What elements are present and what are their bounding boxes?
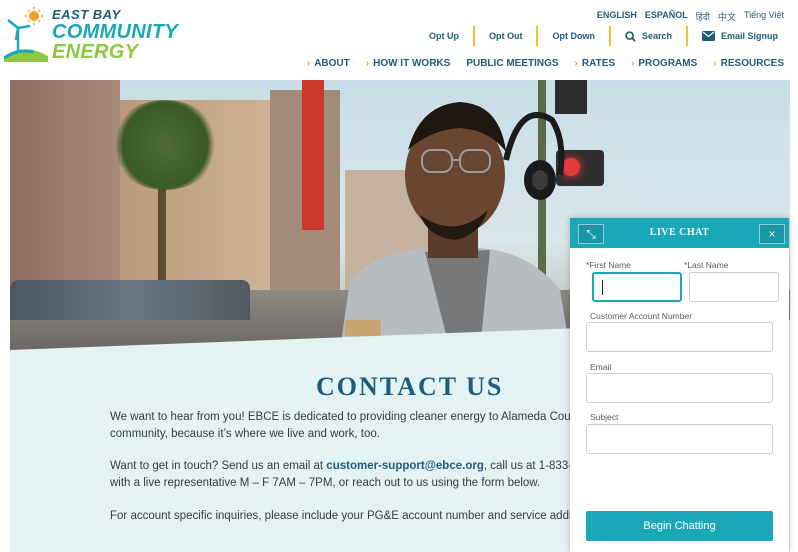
opt-down-label: Opt Down — [552, 31, 595, 41]
live-chat-panel: ⤡ LIVE CHAT × *First Name *Last Name Cus… — [570, 218, 789, 552]
nav-public-meetings-label: PUBLIC MEETINGS — [466, 58, 559, 69]
hero-person-with-headphones — [340, 102, 570, 350]
site-header: EAST BAY COMMUNITY ENERGY ENGLISH ESPAÑO… — [0, 0, 798, 80]
lang-vietnamese[interactable]: Tiếng Việt — [744, 10, 784, 23]
main-nav: › ABOUT › HOW IT WORKS PUBLIC MEETINGS › RA… — [299, 58, 792, 69]
contact-reach-text-a: Want to get in touch? Send us an email a… — [110, 460, 327, 472]
email-signup-link[interactable]: Email Signup — [685, 26, 792, 46]
last-name-label-text: Last Name — [687, 260, 729, 270]
first-name-label: *First Name — [586, 260, 631, 270]
nav-rates-label: RATES — [581, 58, 616, 69]
language-selector: ENGLISH ESPAÑOL हिंदी 中文 Tiếng Việt — [597, 10, 784, 23]
last-name-input[interactable] — [689, 272, 779, 302]
logo-wordmark: EAST BAY COMMUNITY ENERGY — [52, 8, 178, 62]
contact-reach-text-b: , call us at 1-833-699-EB — [483, 460, 580, 472]
contact-reach-paragraph: Want to get in touch? Send us an email a… — [110, 458, 580, 492]
nav-about[interactable]: › ABOUT — [299, 58, 358, 69]
account-number-label: Customer Account Number — [590, 311, 693, 321]
support-email-link[interactable]: customer-support@ebce.org — [326, 460, 484, 472]
nav-rates[interactable]: › RATES — [567, 58, 624, 69]
contact-reach-line2: with a live representative M – F 7AM – 7… — [110, 477, 541, 489]
chevron-right-icon: › — [631, 58, 635, 69]
search-link[interactable]: Search — [608, 26, 686, 46]
nav-public-meetings[interactable]: PUBLIC MEETINGS — [458, 58, 566, 69]
last-name-label: *Last Name — [684, 260, 728, 270]
lang-english[interactable]: ENGLISH — [597, 10, 637, 23]
opt-out-link[interactable]: Opt Out — [472, 26, 537, 46]
nav-about-label: ABOUT — [314, 58, 350, 69]
nav-programs-label: PROGRAMS — [638, 58, 698, 69]
search-icon — [625, 30, 636, 42]
opt-up-label: Opt Up — [428, 31, 459, 41]
hero-palm-leaves — [110, 100, 220, 190]
contact-account-paragraph: For account specific inquiries, please i… — [110, 510, 580, 522]
lang-chinese[interactable]: 中文 — [718, 10, 736, 23]
begin-chatting-button[interactable]: Begin Chatting — [586, 511, 773, 541]
turbine-sun-logo-icon — [4, 7, 48, 62]
chevron-right-icon: › — [365, 58, 370, 69]
hero-building-left — [10, 80, 120, 300]
lang-espanol[interactable]: ESPAÑOL — [645, 10, 688, 23]
email-label: Email — [590, 362, 612, 372]
chevron-right-icon: › — [306, 58, 311, 69]
ebce-logo[interactable]: EAST BAY COMMUNITY ENERGY — [4, 6, 178, 62]
nav-resources-label: RESOURCES — [720, 58, 784, 69]
subject-label: Subject — [590, 412, 619, 422]
text-caret — [602, 280, 603, 295]
contact-title: CONTACT US — [316, 372, 504, 401]
close-icon: × — [768, 227, 776, 241]
live-chat-header: ⤡ LIVE CHAT × — [570, 218, 789, 248]
envelope-icon — [701, 31, 715, 41]
contact-reach-line1: Want to get in touch? Send us an email a… — [110, 458, 580, 475]
utility-nav: Opt Up Opt Out Opt Down Search Email Sig… — [415, 26, 792, 46]
logo-line-east-bay: EAST BAY — [52, 7, 121, 22]
email-signup-label: Email Signup — [720, 31, 778, 41]
nav-resources[interactable]: › RESOURCES — [705, 58, 792, 69]
first-name-label-text: First Name — [589, 260, 631, 270]
logo-line-energy: ENERGY — [52, 41, 139, 63]
first-name-input[interactable] — [592, 272, 682, 302]
hero-cars — [10, 280, 250, 320]
opt-down-link[interactable]: Opt Down — [536, 26, 609, 46]
nav-programs[interactable]: › PROGRAMS — [623, 58, 705, 69]
live-chat-title: LIVE CHAT — [649, 227, 710, 238]
email-input[interactable] — [586, 373, 773, 403]
search-label: Search — [641, 31, 672, 41]
subject-input[interactable] — [586, 424, 773, 454]
opt-up-link[interactable]: Opt Up — [415, 26, 473, 46]
contact-intro-line2: community, because it’s where we live an… — [110, 428, 380, 440]
lang-hindi[interactable]: हिंदी — [696, 10, 710, 23]
logo-line-community: COMMUNITY — [52, 21, 179, 43]
close-chat-button[interactable]: × — [759, 224, 785, 244]
chevron-right-icon: › — [574, 58, 578, 69]
nav-how-it-works-label: HOW IT WORKS — [373, 58, 451, 69]
opt-out-label: Opt Out — [488, 31, 523, 41]
chevron-right-icon: › — [713, 58, 717, 69]
contact-intro-paragraph: We want to hear from you! EBCE is dedica… — [110, 409, 580, 443]
account-number-input[interactable] — [586, 322, 773, 352]
contact-intro-line1: We want to hear from you! EBCE is dedica… — [110, 411, 580, 423]
nav-how-it-works[interactable]: › HOW IT WORKS — [358, 58, 459, 69]
